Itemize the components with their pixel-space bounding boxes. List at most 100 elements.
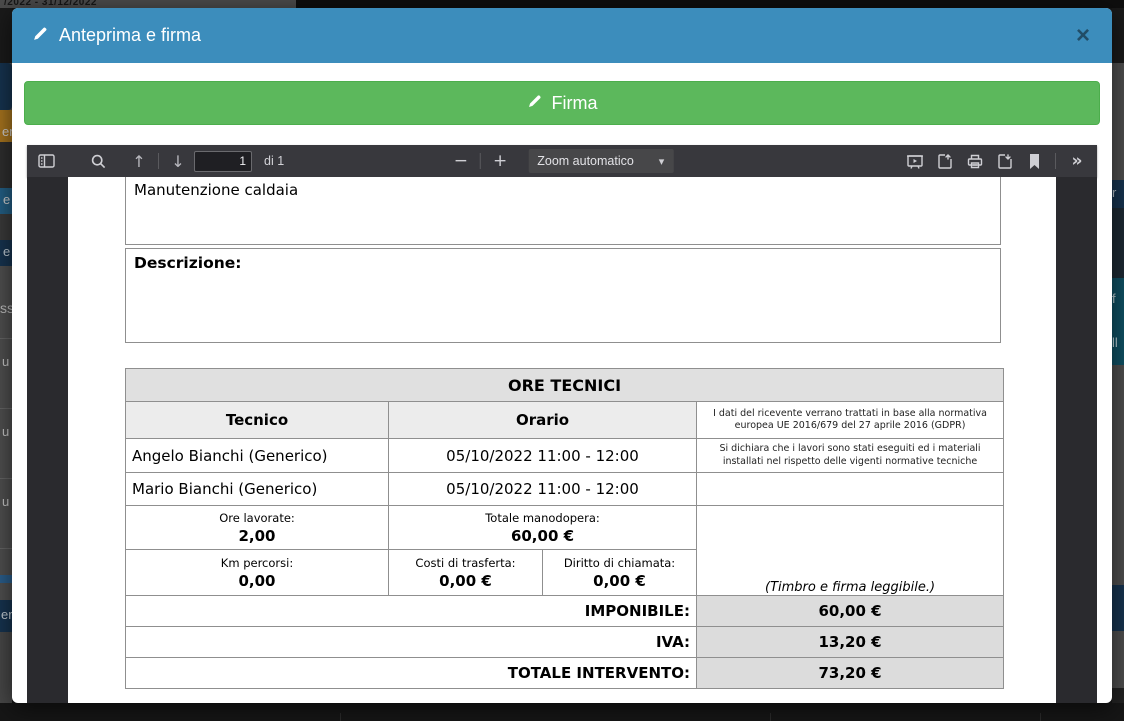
backdrop-top-band: /2022 - 31/12/2022 [0, 0, 1124, 8]
ore-lavorate-cell: Ore lavorate: 2,00 [126, 506, 389, 550]
toolbar-left-group: ↑ ↓ di 1 [35, 149, 284, 173]
chevron-down-icon: ▾ [659, 155, 665, 168]
backdrop-fragment [1112, 208, 1124, 278]
backdrop-fragment: r [1112, 180, 1124, 208]
pdf-toolbar: ↑ ↓ di 1 − + Zoom automatico ▾ [27, 145, 1097, 177]
zoom-level-value: Zoom automatico [537, 154, 634, 168]
backdrop-left-strip: er e e ss u u u er [0, 8, 12, 703]
backdrop-fragment: f [1112, 278, 1124, 323]
km-percorsi-cell: Km percorsi: 0,00 [126, 550, 389, 596]
backdrop-fragment [1112, 688, 1124, 703]
print-icon[interactable] [964, 149, 986, 173]
pdf-canvas-area[interactable]: Manutenzione caldaia Descrizione: ORE TE… [27, 177, 1097, 703]
backdrop-bottom-strip [0, 703, 1124, 721]
bookmark-icon[interactable] [1024, 149, 1044, 173]
intervento-box: Manutenzione caldaia [125, 177, 1001, 245]
backdrop-fragment [0, 632, 12, 703]
iva-value: 13,20 € [697, 627, 1004, 658]
intervento-text: Manutenzione caldaia [126, 177, 1000, 204]
more-tools-icon[interactable]: » [1067, 149, 1087, 173]
km-percorsi-value: 0,00 [132, 572, 382, 590]
table-row: Mario Bianchi (Generico) 05/10/2022 11:0… [126, 473, 1004, 506]
table-title: ORE TECNICI [126, 369, 1004, 402]
toolbar-separator [480, 153, 481, 169]
totale-intervento-row: TOTALE INTERVENTO: 73,20 € [126, 658, 1004, 689]
backdrop-fragment [0, 214, 12, 240]
backdrop-fragment: er [0, 600, 12, 632]
totals-row-1: Ore lavorate: 2,00 Totale manodopera: 60… [126, 506, 1004, 550]
pdf-viewer: ↑ ↓ di 1 − + Zoom automatico ▾ [27, 145, 1097, 703]
toolbar-right-group: » [904, 149, 1087, 173]
backdrop-fragment: ll [1112, 323, 1124, 365]
table-title-row: ORE TECNICI [126, 369, 1004, 402]
ore-tecnici-table: ORE TECNICI Tecnico Orario I dati del ri… [125, 368, 1004, 689]
col-header-orario: Orario [389, 402, 697, 439]
table-row: Angelo Bianchi (Generico) 05/10/2022 11:… [126, 439, 1004, 473]
backdrop-fragment: u [0, 353, 12, 373]
diritto-chiamata-value: 0,00 € [549, 572, 690, 590]
iva-row: IVA: 13,20 € [126, 627, 1004, 658]
iva-label: IVA: [126, 627, 697, 658]
dichiarazione-note: Si dichiara che i lavori sono stati eseg… [697, 439, 1004, 473]
totale-intervento-value: 73,20 € [697, 658, 1004, 689]
zoom-level-select[interactable]: Zoom automatico ▾ [528, 149, 673, 173]
backdrop-fragment [0, 478, 12, 479]
totale-manodopera-value: 60,00 € [395, 527, 690, 545]
descrizione-box: Descrizione: [125, 248, 1001, 343]
col-header-tecnico: Tecnico [126, 402, 389, 439]
imponibile-value: 60,00 € [697, 596, 1004, 627]
orario-value: 05/10/2022 11:00 - 12:00 [389, 473, 697, 506]
presentation-mode-icon[interactable] [904, 149, 926, 173]
costi-trasferta-label: Costi di trasferta: [395, 555, 536, 572]
backdrop-fragment [0, 575, 12, 583]
modal-title: Anteprima e firma [32, 25, 201, 47]
tecnico-name: Mario Bianchi (Generico) [126, 473, 389, 506]
totale-intervento-label: TOTALE INTERVENTO: [126, 658, 697, 689]
zoom-in-icon[interactable]: + [490, 149, 510, 173]
imponibile-label: IMPONIBILE: [126, 596, 697, 627]
backdrop-fragment [0, 8, 12, 63]
totale-manodopera-label: Totale manodopera: [395, 510, 690, 527]
backdrop-right-strip: r f ll [1112, 8, 1124, 703]
backdrop-fragment: ss [0, 300, 12, 318]
backdrop-fragment: u [0, 423, 12, 443]
previous-page-icon[interactable]: ↑ [129, 149, 149, 173]
firma-button-label: Firma [552, 93, 598, 114]
toolbar-zoom-group: − + Zoom automatico ▾ [451, 145, 674, 177]
firma-button[interactable]: Firma [24, 81, 1100, 125]
gdpr-note: I dati del ricevente verrano trattati in… [697, 402, 1004, 439]
backdrop-fragment [0, 408, 12, 409]
totale-manodopera-cell: Totale manodopera: 60,00 € [389, 506, 697, 550]
timbro-firma-note: (Timbro e firma leggibile.) [697, 506, 1004, 596]
anteprima-firma-modal: Anteprima e firma × Firma [12, 8, 1112, 703]
modal-title-label: Anteprima e firma [59, 25, 201, 46]
sidebar-toggle-icon[interactable] [35, 149, 58, 173]
backdrop-fragment: er [0, 110, 12, 142]
zoom-out-icon[interactable]: − [451, 149, 471, 173]
open-file-icon[interactable] [934, 149, 956, 173]
backdrop-fragment [0, 338, 12, 339]
search-icon[interactable] [88, 149, 109, 173]
ore-lavorate-value: 2,00 [132, 527, 382, 545]
page-number-input[interactable] [194, 151, 252, 172]
table-header-row: Tecnico Orario I dati del ricevente verr… [126, 402, 1004, 439]
backdrop-fragment [0, 63, 12, 110]
toolbar-separator [1055, 153, 1056, 169]
backdrop-fragment: e [0, 240, 12, 266]
page-count-label: di 1 [264, 154, 284, 168]
descrizione-label: Descrizione: [126, 249, 1000, 277]
next-page-icon[interactable]: ↓ [168, 149, 188, 173]
backdrop-date-range-fragment: /2022 - 31/12/2022 [0, 0, 296, 8]
download-icon[interactable] [994, 149, 1016, 173]
diritto-chiamata-label: Diritto di chiamata: [549, 555, 690, 572]
empty-cell [697, 473, 1004, 506]
backdrop-fragment: e [0, 188, 12, 214]
tecnico-name: Angelo Bianchi (Generico) [126, 439, 389, 473]
modal-header: Anteprima e firma × [12, 8, 1112, 63]
diritto-chiamata-cell: Diritto di chiamata: 0,00 € [543, 550, 697, 596]
close-icon[interactable]: × [1074, 24, 1092, 48]
costi-trasferta-cell: Costi di trasferta: 0,00 € [389, 550, 543, 596]
backdrop-fragment [0, 548, 12, 549]
pdf-page: Manutenzione caldaia Descrizione: ORE TE… [68, 177, 1056, 703]
backdrop-fragment [1112, 8, 1124, 63]
